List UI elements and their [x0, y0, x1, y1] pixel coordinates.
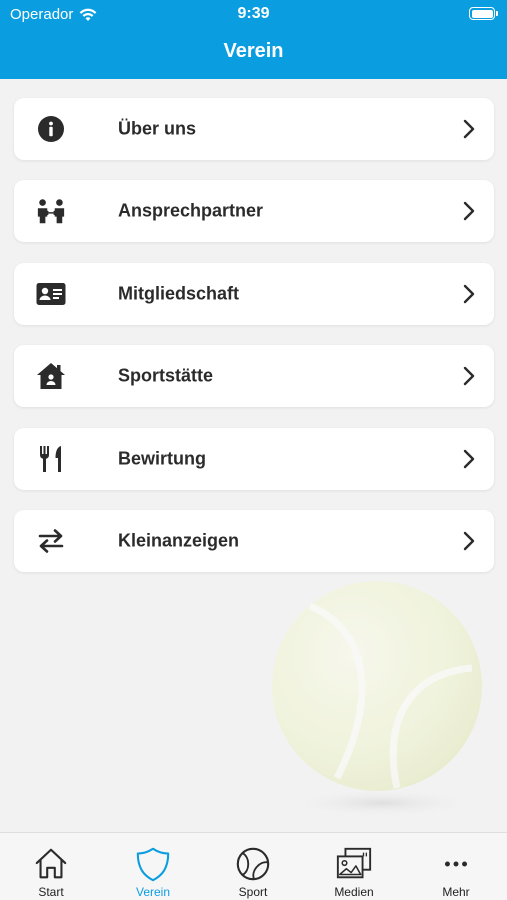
id-card-icon — [36, 279, 66, 309]
tab-verein[interactable]: Verein — [113, 845, 193, 899]
house-icon — [35, 848, 67, 879]
more-dots-icon — [444, 861, 468, 867]
page-title: Verein — [223, 40, 284, 62]
chevron-right-icon — [463, 366, 475, 386]
tab-mehr[interactable]: Mehr — [416, 845, 496, 899]
tab-medien[interactable]: Medien — [314, 845, 394, 899]
menu-item-label: Ansprechpartner — [118, 200, 264, 221]
menu-item-kleinanzeigen[interactable]: Kleinanzeigen — [14, 510, 494, 572]
tab-sport[interactable]: Sport — [213, 845, 293, 899]
menu-item-sportstaette[interactable]: Sportstätte — [14, 345, 494, 407]
status-bar: Operador 9:39 — [0, 0, 507, 28]
tab-start[interactable]: Start — [11, 845, 91, 899]
tab-label: Medien — [334, 885, 374, 899]
home-icon — [36, 361, 66, 391]
menu-item-ueber-uns[interactable]: Über uns — [14, 98, 494, 160]
tab-label: Mehr — [442, 885, 470, 899]
chevron-right-icon — [463, 119, 475, 139]
menu-item-bewirtung[interactable]: Bewirtung — [14, 428, 494, 490]
menu-item-mitgliedschaft[interactable]: Mitgliedschaft — [14, 263, 494, 325]
menu-item-label: Bewirtung — [118, 448, 206, 469]
menu-item-ansprechpartner[interactable]: Ansprechpartner — [14, 180, 494, 242]
chevron-right-icon — [463, 531, 475, 551]
clock: 9:39 — [237, 5, 270, 22]
chevron-right-icon — [463, 201, 475, 221]
tennis-ball-decoration — [272, 581, 482, 817]
contacts-icon — [36, 196, 66, 226]
tennis-ball-icon — [236, 847, 270, 881]
menu-item-label: Kleinanzeigen — [118, 530, 240, 551]
exchange-icon — [36, 526, 66, 556]
menu-item-label: Mitgliedschaft — [118, 283, 240, 304]
shield-icon — [136, 847, 170, 882]
menu-item-label: Über uns — [118, 118, 197, 139]
chevron-right-icon — [463, 284, 475, 304]
tab-label: Start — [38, 885, 64, 899]
tab-bar: Start Verein Sport Medien Mehr — [0, 832, 507, 900]
tab-label: Sport — [238, 885, 268, 899]
info-icon — [36, 114, 66, 144]
fork-knife-icon — [36, 444, 66, 474]
tab-label: Verein — [135, 885, 171, 899]
menu-item-label: Sportstätte — [118, 365, 214, 386]
battery-icon — [469, 7, 498, 20]
header: Operador 9:39 Verein — [0, 0, 507, 79]
gallery-icon — [336, 847, 372, 879]
chevron-right-icon — [463, 449, 475, 469]
